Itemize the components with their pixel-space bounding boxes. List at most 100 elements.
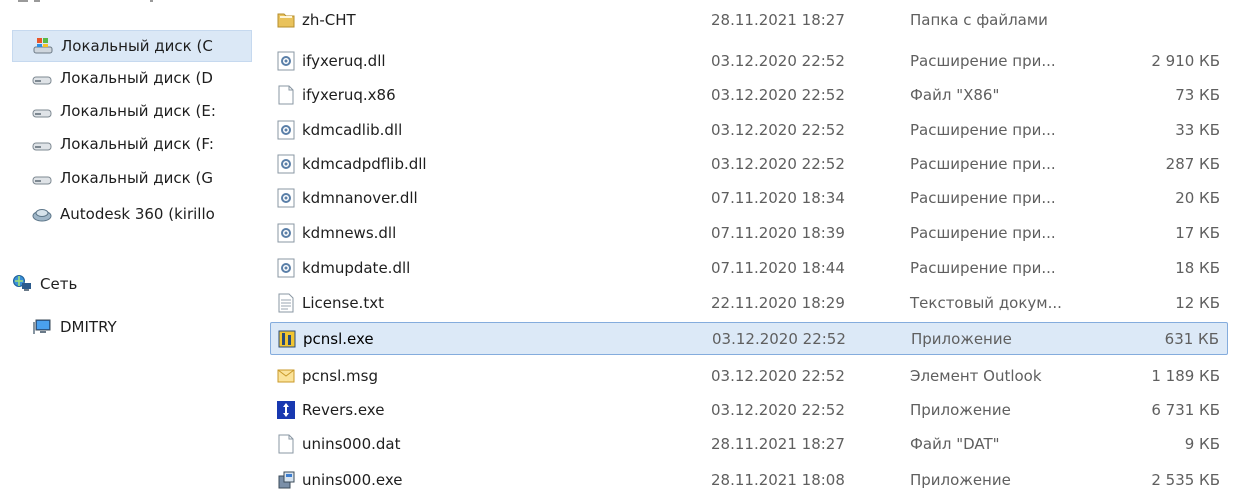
folder-icon — [276, 10, 296, 30]
file-row[interactable]: ifyxeruq.dll 03.12.2020 22:52 Расширение… — [270, 44, 1228, 77]
file-size: 18 КБ — [1175, 258, 1220, 277]
file-name: kdmnanover.dll — [302, 188, 418, 207]
system-drive-icon — [33, 36, 53, 56]
file-name: pcnsl.exe — [303, 329, 374, 348]
dll-icon — [276, 154, 296, 174]
file-date: 07.11.2020 18:39 — [711, 223, 845, 242]
file-date: 03.12.2020 22:52 — [711, 154, 845, 173]
file-size: 17 КБ — [1175, 223, 1220, 242]
installer-icon — [276, 470, 296, 490]
mail-icon — [276, 366, 296, 386]
dll-icon — [276, 51, 296, 71]
file-type: Элемент Outlook — [910, 366, 1042, 385]
nav-item-autodesk-360[interactable]: Autodesk 360 (kirillo — [32, 198, 252, 230]
file-date: 22.11.2020 18:29 — [711, 293, 845, 312]
file-type: Файл "X86" — [910, 85, 1000, 104]
file-date: 28.11.2021 18:27 — [711, 10, 845, 29]
file-date: 03.12.2020 22:52 — [711, 400, 845, 419]
file-type: Текстовый докум... — [910, 293, 1062, 312]
file-name: unins000.exe — [302, 470, 403, 489]
file-type: Приложение — [910, 400, 1011, 419]
file-row[interactable]: kdmnews.dll 07.11.2020 18:39 Расширение … — [270, 216, 1228, 249]
file-row[interactable]: kdmupdate.dll 07.11.2020 18:44 Расширени… — [270, 251, 1228, 284]
file-date: 07.11.2020 18:34 — [711, 188, 845, 207]
nav-item-label: Локальный диск (F: — [60, 135, 214, 153]
file-row[interactable]: unins000.exe 28.11.2021 18:08 Приложение… — [270, 463, 1228, 490]
nav-item-label: Сеть — [40, 275, 78, 293]
drive-icon — [32, 134, 52, 154]
nav-item-label: Локальный диск (D — [60, 69, 213, 87]
nav-item-computer-dmitry[interactable]: DMITRY — [32, 311, 252, 343]
file-date: 03.12.2020 22:52 — [711, 366, 845, 385]
file-size: 20 КБ — [1175, 188, 1220, 207]
file-row[interactable]: unins000.dat 28.11.2021 18:27 Файл "DAT"… — [270, 427, 1228, 460]
file-size: 2 535 КБ — [1151, 470, 1220, 489]
file-size: 12 КБ — [1175, 293, 1220, 312]
file-name: zh-CHT — [302, 10, 356, 29]
file-type: Расширение при... — [910, 223, 1056, 242]
drive-icon — [32, 101, 52, 121]
file-size: 73 КБ — [1175, 85, 1220, 104]
nav-item-drive-d[interactable]: Локальный диск (D — [32, 62, 252, 94]
drive-icon — [32, 168, 52, 188]
file-type: Расширение при... — [910, 154, 1056, 173]
file-date: 03.12.2020 22:52 — [711, 51, 845, 70]
file-name: kdmcadpdflib.dll — [302, 154, 427, 173]
file-name: ifyxeruq.x86 — [302, 85, 396, 104]
file-size: 2 910 КБ — [1151, 51, 1220, 70]
nav-item-drive-c[interactable]: Локальный диск (C — [12, 30, 252, 62]
file-type: Папка с файлами — [910, 10, 1048, 29]
file-type: Файл "DAT" — [910, 434, 1000, 453]
file-row[interactable]: kdmcadpdflib.dll 03.12.2020 22:52 Расшир… — [270, 147, 1228, 180]
dll-icon — [276, 223, 296, 243]
computer-icon — [32, 317, 52, 337]
file-date: 28.11.2021 18:27 — [711, 434, 845, 453]
file-name: License.txt — [302, 293, 384, 312]
file-type: Расширение при... — [910, 120, 1056, 139]
nav-item-label: Autodesk 360 (kirillo — [60, 205, 215, 223]
file-icon — [276, 434, 296, 454]
file-name: pcnsl.msg — [302, 366, 378, 385]
file-date: 28.11.2021 18:08 — [711, 470, 845, 489]
file-list[interactable]: zh-CHT 28.11.2021 18:27 Папка с файлами … — [270, 0, 1230, 490]
nav-item-drive-e[interactable]: Локальный диск (E: — [32, 95, 252, 127]
nav-item-network[interactable]: Сеть — [12, 268, 252, 300]
navigation-pane[interactable]: Локальный диск (C Локальный диск (D Лока… — [0, 0, 252, 490]
nav-item-label: Локальный диск (E: — [60, 102, 216, 120]
file-row[interactable]: ifyxeruq.x86 03.12.2020 22:52 Файл "X86"… — [270, 78, 1228, 111]
file-name: ifyxeruq.dll — [302, 51, 386, 70]
file-size: 9 КБ — [1184, 434, 1220, 453]
file-size: 631 КБ — [1164, 329, 1219, 348]
text-file-icon — [276, 293, 296, 313]
app-exe-icon — [277, 329, 297, 349]
nav-item-drive-f[interactable]: Локальный диск (F: — [32, 128, 252, 160]
file-type: Приложение — [910, 470, 1011, 489]
file-type: Расширение при... — [910, 258, 1056, 277]
file-name: unins000.dat — [302, 434, 401, 453]
revers-app-icon — [276, 400, 296, 420]
drive-icon — [32, 68, 52, 88]
file-date: 03.12.2020 22:52 — [711, 120, 845, 139]
file-date: 03.12.2020 22:52 — [711, 85, 845, 104]
file-size: 6 731 КБ — [1151, 400, 1220, 419]
file-row[interactable]: kdmnanover.dll 07.11.2020 18:34 Расширен… — [270, 181, 1228, 214]
file-type: Расширение при... — [910, 51, 1056, 70]
file-row[interactable]: zh-CHT 28.11.2021 18:27 Папка с файлами — [270, 3, 1228, 36]
file-row[interactable]: kdmcadlib.dll 03.12.2020 22:52 Расширени… — [270, 113, 1228, 146]
file-size: 1 189 КБ — [1151, 366, 1220, 385]
file-row-selected[interactable]: pcnsl.exe 03.12.2020 22:52 Приложение 63… — [270, 322, 1228, 355]
file-type: Расширение при... — [910, 188, 1056, 207]
file-name: kdmupdate.dll — [302, 258, 411, 277]
file-size: 33 КБ — [1175, 120, 1220, 139]
file-row[interactable]: License.txt 22.11.2020 18:29 Текстовый д… — [270, 286, 1228, 319]
file-size: 287 КБ — [1165, 154, 1220, 173]
dll-icon — [276, 120, 296, 140]
dll-icon — [276, 258, 296, 278]
nav-item-label: DMITRY — [60, 318, 117, 336]
file-type: Приложение — [911, 329, 1012, 348]
file-row[interactable]: Revers.exe 03.12.2020 22:52 Приложение 6… — [270, 393, 1228, 426]
nav-item-label: Локальный диск (C — [61, 37, 213, 55]
file-row[interactable]: pcnsl.msg 03.12.2020 22:52 Элемент Outlo… — [270, 359, 1228, 392]
nav-item-drive-g[interactable]: Локальный диск (G — [32, 162, 252, 194]
file-name: kdmnews.dll — [302, 223, 397, 242]
